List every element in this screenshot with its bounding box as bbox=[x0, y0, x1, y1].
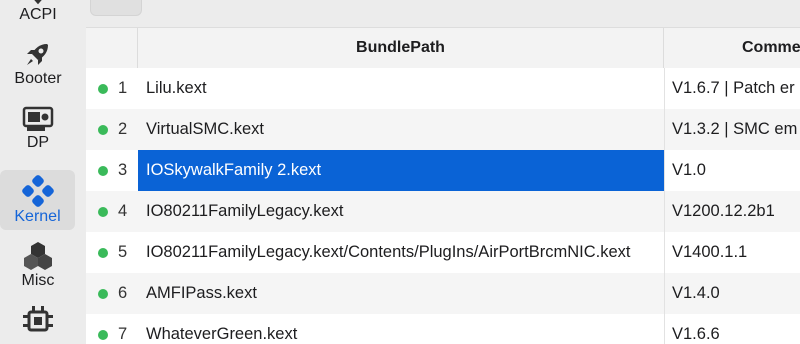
table-row[interactable]: 1 Lilu.kext V1.6.7 | Patch er bbox=[86, 68, 800, 109]
bundle-path-cell[interactable]: Lilu.kext bbox=[138, 68, 664, 109]
row-index: 2 bbox=[118, 120, 128, 138]
enabled-status-dot bbox=[98, 330, 108, 340]
sidebar-item-label: Booter bbox=[14, 70, 62, 87]
bundle-path-cell[interactable]: VirtualSMC.kext bbox=[138, 109, 664, 150]
atom-icon bbox=[21, 175, 54, 207]
column-header-index[interactable] bbox=[86, 28, 138, 68]
comment-cell[interactable]: V1.0 bbox=[664, 150, 706, 191]
bundle-path-cell[interactable]: IO80211FamilyLegacy.kext/Contents/PlugIn… bbox=[138, 232, 664, 273]
sidebar-item-label: ACPI bbox=[19, 6, 57, 23]
row-index: 3 bbox=[118, 161, 128, 179]
enabled-status-dot bbox=[98, 125, 108, 135]
enabled-status-dot bbox=[98, 84, 108, 94]
enabled-status-dot bbox=[98, 289, 108, 299]
sidebar-item-acpi[interactable]: ACPI bbox=[0, 0, 76, 30]
column-header-comment[interactable]: Comme bbox=[664, 28, 800, 68]
sidebar-item-dp[interactable]: DP bbox=[0, 104, 76, 160]
toolbar-button[interactable] bbox=[90, 0, 142, 16]
row-index: 5 bbox=[118, 243, 128, 261]
kernel-add-table: BundlePath Comme 1 Lilu.kext V1.6.7 | Pa… bbox=[86, 27, 800, 344]
comment-cell[interactable]: V1.4.0 bbox=[664, 273, 720, 314]
bundle-path-cell[interactable]: AMFIPass.kext bbox=[138, 273, 664, 314]
enabled-status-dot bbox=[98, 166, 108, 176]
sidebar-item-label: DP bbox=[26, 134, 50, 151]
row-index: 4 bbox=[118, 202, 128, 220]
table-row[interactable]: 6 AMFIPass.kext V1.4.0 bbox=[86, 273, 800, 314]
table-row-selected[interactable]: 3 IOSkywalkFamily 2.kext V1.0 bbox=[86, 150, 800, 191]
sidebar-item-kernel[interactable]: Kernel bbox=[0, 170, 75, 230]
row-index: 6 bbox=[118, 284, 128, 302]
table-header: BundlePath Comme bbox=[86, 28, 800, 69]
table-row[interactable]: 5 IO80211FamilyLegacy.kext/Contents/Plug… bbox=[86, 232, 800, 273]
chip-icon bbox=[23, 306, 53, 332]
comment-cell[interactable]: V1.6.7 | Patch er bbox=[664, 68, 795, 109]
gpu-card-icon bbox=[22, 106, 54, 131]
sidebar-item-misc[interactable]: Misc bbox=[0, 240, 76, 298]
comment-cell[interactable]: V1.6.6 bbox=[664, 314, 720, 344]
row-index: 7 bbox=[118, 325, 128, 343]
table-row[interactable]: 7 WhateverGreen.kext V1.6.6 bbox=[86, 314, 800, 344]
sidebar: ACPI Booter DP Kernel Misc bbox=[0, 0, 84, 343]
comment-cell[interactable]: V1200.12.2b1 bbox=[664, 191, 775, 232]
column-header-bundlepath[interactable]: BundlePath bbox=[138, 28, 664, 68]
bundle-path-cell[interactable]: IOSkywalkFamily 2.kext bbox=[138, 150, 664, 191]
enabled-status-dot bbox=[98, 207, 108, 217]
sidebar-item-platform[interactable] bbox=[0, 304, 76, 344]
sidebar-item-label: Misc bbox=[21, 272, 55, 289]
bundle-path-cell[interactable]: IO80211FamilyLegacy.kext bbox=[138, 191, 664, 232]
sidebar-item-label: Kernel bbox=[14, 208, 61, 225]
enabled-status-dot bbox=[98, 248, 108, 258]
cubes-icon bbox=[24, 242, 52, 270]
row-index: 1 bbox=[118, 79, 128, 97]
bundle-path-cell[interactable]: WhateverGreen.kext bbox=[138, 314, 664, 344]
table-row[interactable]: 4 IO80211FamilyLegacy.kext V1200.12.2b1 bbox=[86, 191, 800, 232]
comment-cell[interactable]: V1.3.2 | SMC em bbox=[664, 109, 797, 150]
table-row[interactable]: 2 VirtualSMC.kext V1.3.2 | SMC em bbox=[86, 109, 800, 150]
sidebar-item-booter[interactable]: Booter bbox=[0, 40, 76, 96]
rocket-icon bbox=[27, 44, 48, 65]
comment-cell[interactable]: V1400.1.1 bbox=[664, 232, 747, 273]
